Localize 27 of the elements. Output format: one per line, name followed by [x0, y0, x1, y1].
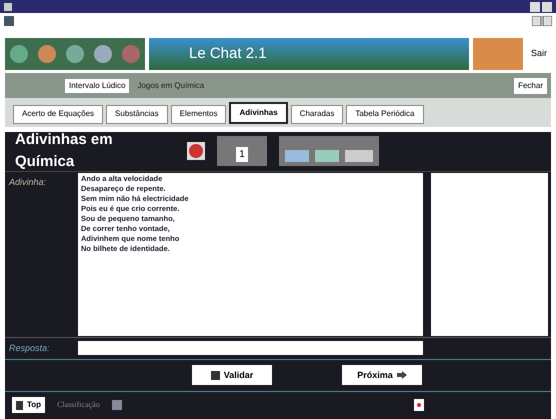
nav-link[interactable]: Intervalo Lúdico	[65, 78, 130, 93]
toolbar-icon[interactable]	[93, 44, 113, 64]
top-button[interactable]: Top	[12, 397, 46, 414]
action-button[interactable]: Validar	[192, 365, 272, 386]
ranking-label: Classificação	[57, 399, 100, 412]
tab[interactable]: Tabela Periódica	[346, 104, 424, 124]
action-button[interactable]: Próxima	[342, 365, 422, 386]
section-title: Adivinhas em Química	[15, 130, 114, 172]
tab[interactable]: Substâncias	[106, 104, 168, 124]
level-selector-drawing[interactable]	[279, 136, 379, 166]
stop-icon[interactable]	[187, 142, 205, 160]
tab[interactable]: Acerto de Equações	[13, 104, 104, 124]
field-label: Resposta:	[8, 342, 51, 355]
number-spinner[interactable]: 1	[217, 136, 267, 166]
app-title: Le Chat 2.1	[189, 44, 267, 64]
arrow-icon	[396, 371, 407, 380]
window-controls-icon[interactable]	[530, 2, 552, 12]
spinner-value: 1	[236, 147, 248, 162]
close-button[interactable]: Fechar	[514, 78, 547, 94]
tab[interactable]: Charadas	[290, 104, 344, 124]
bullet-icon[interactable]	[414, 399, 424, 412]
nav-link[interactable]: Jogos em Química	[133, 80, 208, 92]
field-label: Adivinha:	[8, 176, 48, 189]
tab[interactable]: Elementos	[170, 104, 226, 124]
answer-field[interactable]	[78, 341, 423, 356]
window-controls-icon[interactable]	[532, 16, 552, 26]
tab[interactable]: Adivinhas	[229, 102, 288, 124]
